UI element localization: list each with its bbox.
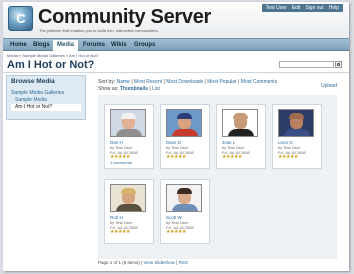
sort-name-link[interactable]: Name bbox=[117, 79, 130, 85]
rating-stars-icon[interactable]: ★★★★★ bbox=[166, 154, 186, 160]
sort-bar: Sort by: Name | Most Recent | Most Downl… bbox=[98, 79, 278, 85]
nav-tab-groups[interactable]: Groups bbox=[130, 40, 159, 50]
person-hat bbox=[121, 113, 136, 119]
person-body bbox=[284, 129, 310, 136]
upload-link[interactable]: Upload bbox=[321, 83, 337, 89]
media-thumbnail[interactable] bbox=[110, 184, 146, 212]
sidebar-item-sample-media-galleries[interactable]: Sample Media Galleries bbox=[11, 90, 64, 96]
rating-stars-icon[interactable]: ★★★★★ bbox=[222, 154, 242, 160]
person-hat bbox=[177, 188, 192, 194]
search-input[interactable] bbox=[279, 61, 334, 68]
page-title: Am I Hot or Not? bbox=[7, 59, 95, 71]
media-card[interactable]: Dan H by Test User Fri, Jul 18 2008 ★★★★… bbox=[104, 104, 154, 169]
pager: Page 1 of 1 (6 items) | View Slideshow |… bbox=[98, 260, 188, 265]
rss-link[interactable]: RSS bbox=[179, 260, 188, 265]
logo-icon: C bbox=[16, 11, 26, 26]
media-card[interactable]: Leon G by Test User Fri, Jul 18 2008 ★★★… bbox=[272, 104, 322, 169]
media-thumbnail[interactable] bbox=[222, 109, 258, 137]
site-title[interactable]: Community Server bbox=[38, 6, 211, 29]
person-body bbox=[228, 129, 254, 136]
person-hat bbox=[289, 113, 304, 119]
comments-link[interactable]: 1 comments bbox=[110, 160, 132, 165]
main-nav: Home Blogs Media Forums Wikis Groups bbox=[3, 38, 349, 51]
breadcrumb[interactable]: Media » Sample Media Galleries » Am I Ho… bbox=[7, 53, 99, 58]
person-body bbox=[172, 129, 198, 136]
user-bar: Test User Edit Sign out Help bbox=[261, 4, 343, 12]
media-thumbnail[interactable] bbox=[166, 109, 202, 137]
view-thumbnails-link[interactable]: Thumbnails bbox=[120, 86, 148, 92]
media-card[interactable]: Dave D by Test User Fri, Jul 18 2008 ★★★… bbox=[160, 104, 210, 169]
nav-tab-home[interactable]: Home bbox=[6, 40, 31, 50]
user-name-link[interactable]: Test User bbox=[266, 4, 287, 12]
nav-tab-wikis[interactable]: Wikis bbox=[107, 40, 131, 50]
logo[interactable]: C bbox=[8, 6, 33, 31]
person-body bbox=[116, 129, 142, 136]
search-icon bbox=[337, 63, 340, 66]
header: C Community Server The platform that ena… bbox=[3, 2, 349, 38]
media-thumbnail[interactable] bbox=[278, 109, 314, 137]
rating-stars-icon[interactable]: ★★★★★ bbox=[166, 229, 186, 235]
nav-tab-forums[interactable]: Forums bbox=[79, 40, 109, 50]
media-card[interactable]: Rob H by Test User Fri, Jul 18 2008 ★★★★… bbox=[104, 179, 154, 244]
person-body bbox=[172, 204, 198, 211]
person-hat bbox=[121, 188, 136, 194]
search-button[interactable] bbox=[335, 61, 342, 68]
person-hat bbox=[177, 113, 192, 119]
edit-link[interactable]: Edit bbox=[292, 4, 301, 12]
view-list-link[interactable]: List bbox=[152, 86, 160, 92]
sort-most-recent-link[interactable]: Most Recent bbox=[134, 79, 162, 85]
media-thumbnail[interactable] bbox=[110, 109, 146, 137]
tagline: The platform that enables you to build r… bbox=[39, 28, 159, 33]
sidebar-item-sample-media[interactable]: Sample Media bbox=[15, 97, 47, 103]
sort-most-popular-link[interactable]: Most Popular bbox=[207, 79, 236, 85]
nav-tab-media[interactable]: Media bbox=[53, 40, 79, 51]
rating-stars-icon[interactable]: ★★★★★ bbox=[110, 229, 130, 235]
pager-text: Page 1 of 1 (6 items) bbox=[98, 260, 140, 265]
page: C Community Server The platform that ena… bbox=[3, 2, 349, 271]
sign-out-link[interactable]: Sign out bbox=[305, 4, 323, 12]
sort-most-downloads-link[interactable]: Most Downloads bbox=[166, 79, 203, 85]
gallery-grid: Dan H by Test User Fri, Jul 18 2008 ★★★★… bbox=[98, 95, 337, 259]
divider bbox=[3, 72, 349, 73]
view-slideshow-link[interactable]: View Slideshow bbox=[143, 260, 174, 265]
media-card[interactable]: Scott W by Test User Fri, Jul 18 2008 ★★… bbox=[160, 179, 210, 244]
view-mode-bar: Show as: Thumbnails | List bbox=[98, 86, 160, 92]
sort-label: Sort by: bbox=[98, 79, 116, 85]
sort-most-comments-link[interactable]: Most Comments bbox=[241, 79, 277, 85]
media-thumbnail[interactable] bbox=[166, 184, 202, 212]
help-link[interactable]: Help bbox=[329, 4, 339, 12]
sidebar: Browse Media Sample Media Galleries Samp… bbox=[6, 75, 86, 120]
rating-stars-icon[interactable]: ★★★★★ bbox=[278, 154, 298, 160]
person-body bbox=[116, 204, 142, 211]
sidebar-item-current-gallery[interactable]: Am I Hot or Not? bbox=[11, 104, 81, 111]
show-as-label: Show as: bbox=[98, 86, 119, 92]
sidebar-title: Browse Media bbox=[11, 78, 55, 85]
person-hat bbox=[233, 113, 248, 119]
media-card[interactable]: Jose L by Test User Fri, Jul 18 2008 ★★★… bbox=[216, 104, 266, 169]
nav-tab-blogs[interactable]: Blogs bbox=[29, 40, 54, 50]
